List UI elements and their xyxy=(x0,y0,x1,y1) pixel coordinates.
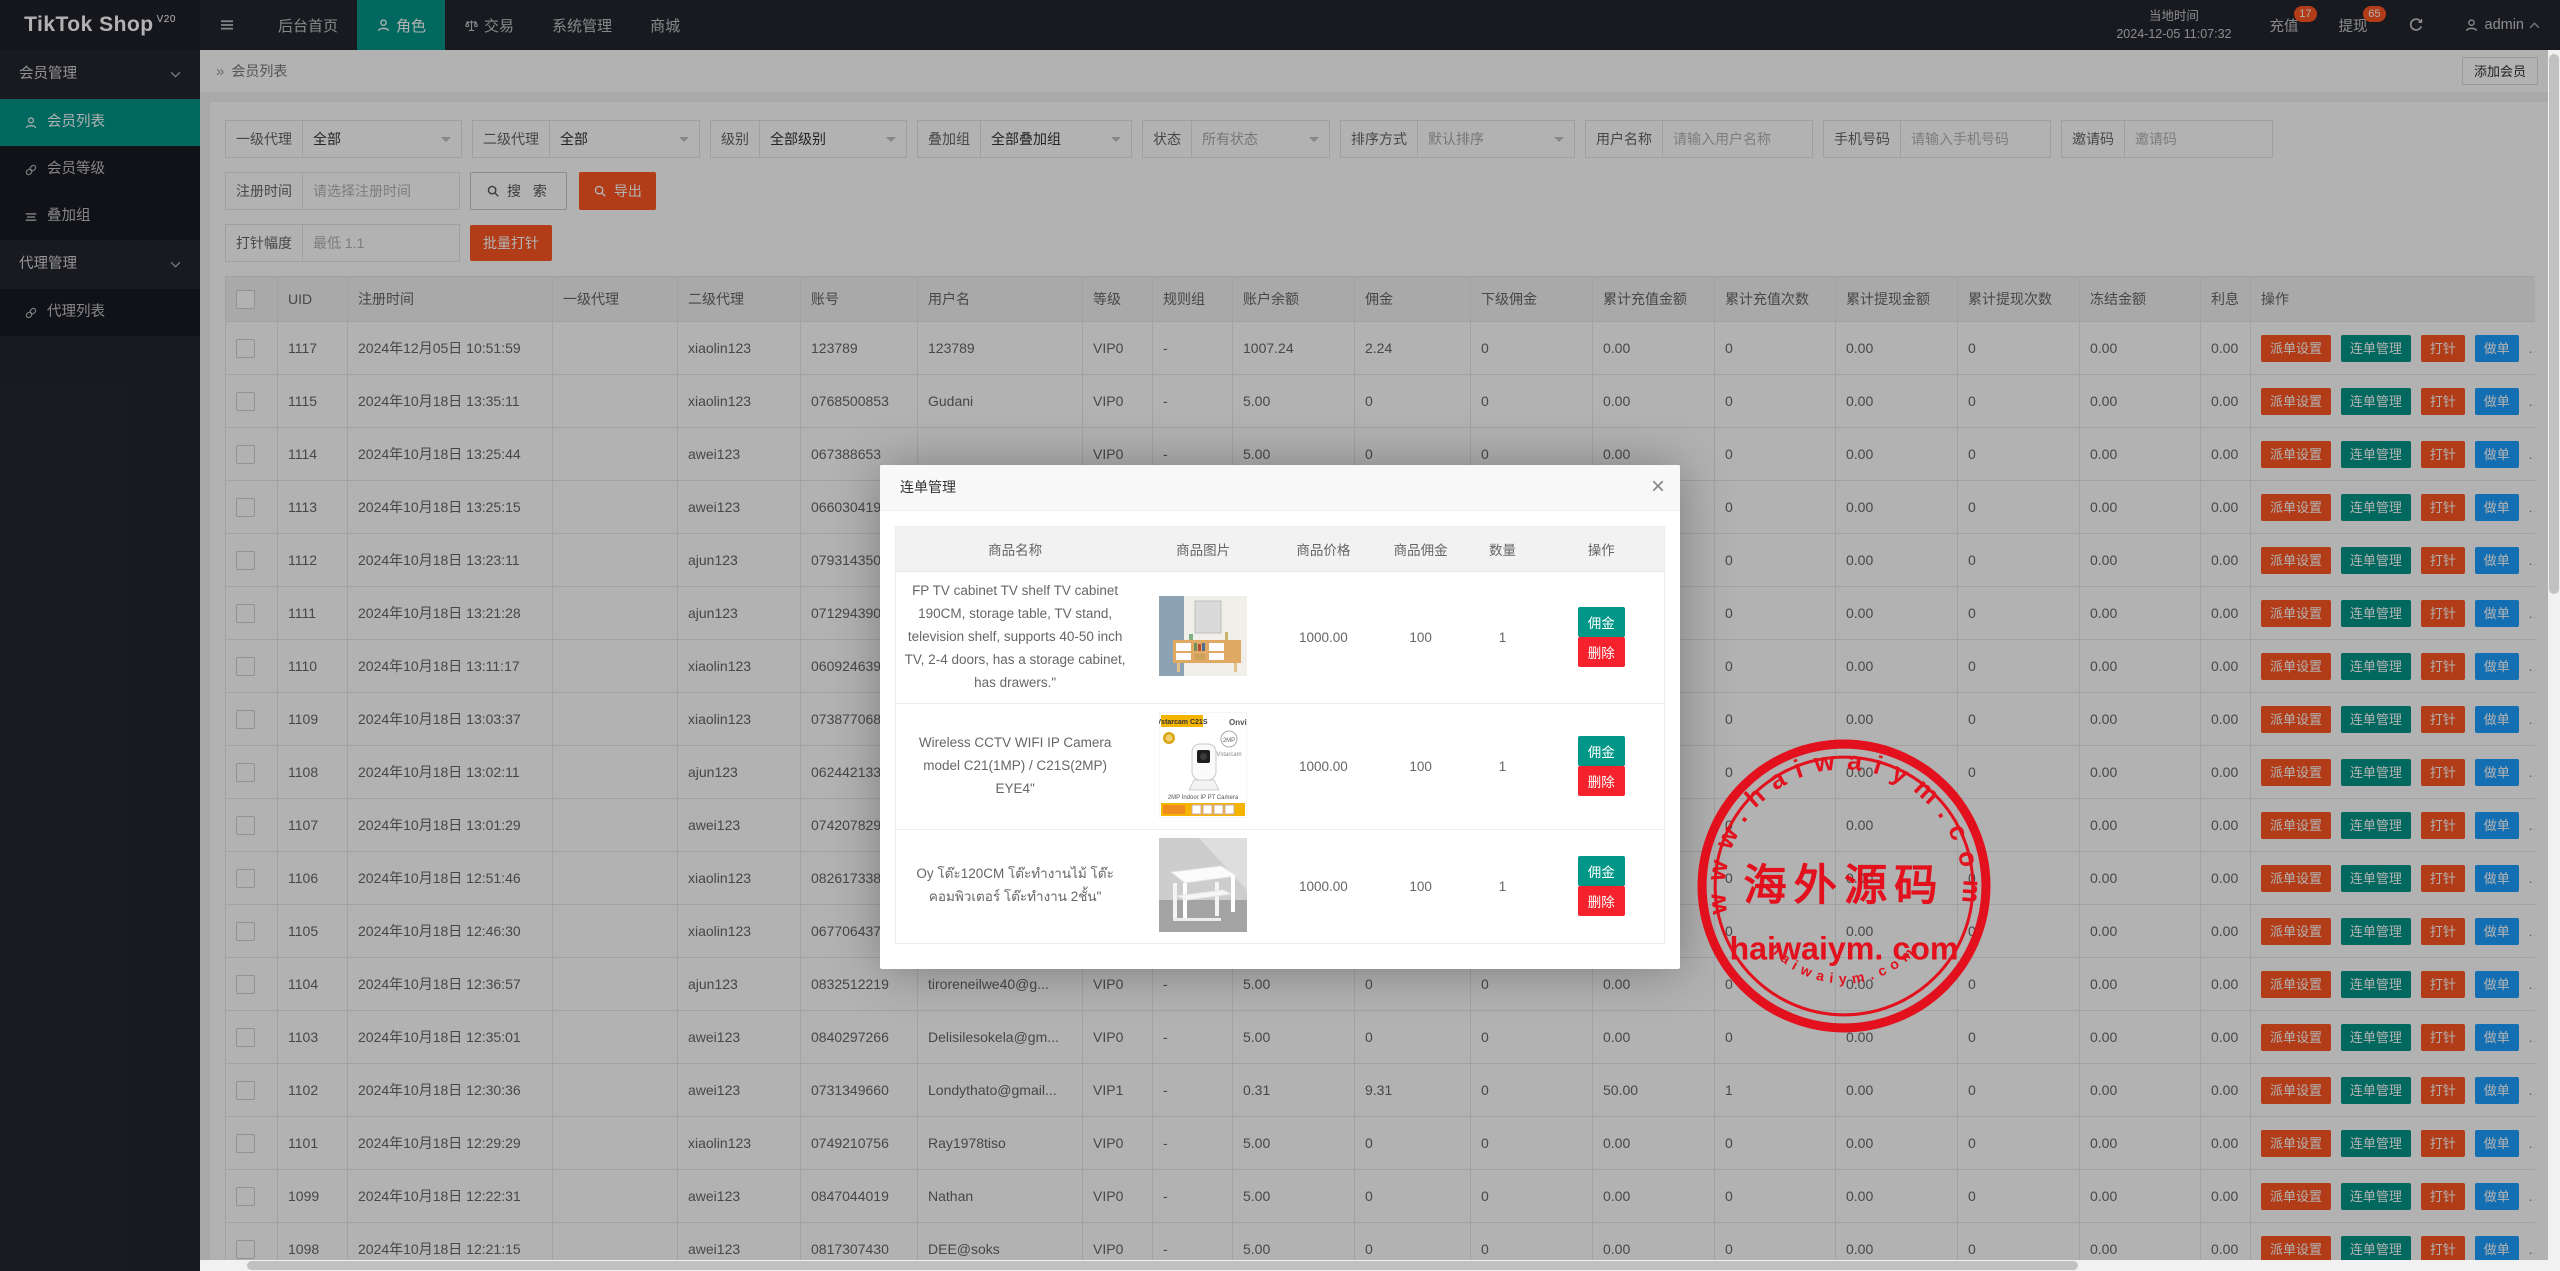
product-row: FP TV cabinet TV shelf TV cabinet 190CM,… xyxy=(896,572,1665,704)
product-row: Wireless CCTV WIFI IP Camera model C21(1… xyxy=(896,703,1665,829)
product-image-cell xyxy=(1134,572,1272,704)
commission-button[interactable]: 佣金 xyxy=(1578,607,1625,637)
vertical-scrollbar-thumb[interactable] xyxy=(2549,54,2559,594)
product-name: Oy โต๊ะ120CM โต๊ะทำงานไม้ โต๊ะคอมพิวเตอร… xyxy=(896,829,1135,943)
commission-button[interactable]: 佣金 xyxy=(1578,736,1625,766)
col-header: 商品名称 xyxy=(896,527,1135,572)
product-qty: 1 xyxy=(1467,829,1539,943)
vertical-scrollbar[interactable] xyxy=(2548,50,2560,1271)
svg-text:2MP Indoor IP PT Camera: 2MP Indoor IP PT Camera xyxy=(1168,795,1239,801)
horizontal-scrollbar-thumb[interactable] xyxy=(247,1261,2078,1270)
delete-button[interactable]: 删除 xyxy=(1578,886,1625,916)
product-price: 1000.00 xyxy=(1272,703,1375,829)
commission-button[interactable]: 佣金 xyxy=(1578,856,1625,886)
product-header-row: 商品名称 商品图片 商品价格 商品佣金 数量 操作 xyxy=(896,527,1665,572)
chain-order-modal: 连单管理 × 商品名称 商品图片 商品价格 商品佣金 数量 操作 xyxy=(880,465,1680,969)
delete-button[interactable]: 删除 xyxy=(1578,637,1625,667)
svg-text:Onvif: Onvif xyxy=(1229,718,1247,727)
product-commission: 100 xyxy=(1375,703,1467,829)
close-icon[interactable]: × xyxy=(1651,465,1665,508)
product-commission: 100 xyxy=(1375,829,1467,943)
product-image-cell: Vstarcam C21S Onvif 2MP Vstarcam xyxy=(1134,703,1272,829)
product-actions: 佣金 删除 xyxy=(1539,829,1665,943)
col-header: 商品佣金 xyxy=(1375,527,1467,572)
delete-button[interactable]: 删除 xyxy=(1578,766,1625,796)
horizontal-scrollbar[interactable] xyxy=(200,1260,2548,1271)
modal-title: 连单管理 xyxy=(900,479,956,495)
product-price: 1000.00 xyxy=(1272,829,1375,943)
product-row: Oy โต๊ะ120CM โต๊ะทำงานไม้ โต๊ะคอมพิวเตอร… xyxy=(896,829,1665,943)
product-commission: 100 xyxy=(1375,572,1467,704)
product-image-camera: Vstarcam C21S Onvif 2MP Vstarcam xyxy=(1159,712,1247,818)
product-image-desk xyxy=(1159,838,1247,932)
product-image-cell xyxy=(1134,829,1272,943)
svg-text:Vstarcam: Vstarcam xyxy=(1217,752,1242,758)
product-name: Wireless CCTV WIFI IP Camera model C21(1… xyxy=(896,703,1135,829)
modal-body: 商品名称 商品图片 商品价格 商品佣金 数量 操作 FP TV cabinet … xyxy=(880,511,1680,969)
product-qty: 1 xyxy=(1467,572,1539,704)
col-header: 商品价格 xyxy=(1272,527,1375,572)
product-qty: 1 xyxy=(1467,703,1539,829)
product-image-tv-cabinet xyxy=(1159,596,1247,676)
product-actions: 佣金 删除 xyxy=(1539,572,1665,704)
svg-text:2MP: 2MP xyxy=(1223,738,1235,744)
product-name: FP TV cabinet TV shelf TV cabinet 190CM,… xyxy=(896,572,1135,704)
col-header: 操作 xyxy=(1539,527,1665,572)
col-header: 数量 xyxy=(1467,527,1539,572)
product-table: 商品名称 商品图片 商品价格 商品佣金 数量 操作 FP TV cabinet … xyxy=(895,526,1665,944)
col-header: 商品图片 xyxy=(1134,527,1272,572)
product-actions: 佣金 删除 xyxy=(1539,703,1665,829)
product-price: 1000.00 xyxy=(1272,572,1375,704)
svg-text:Vstarcam C21S: Vstarcam C21S xyxy=(1159,719,1208,726)
modal-header: 连单管理 × xyxy=(880,465,1680,511)
